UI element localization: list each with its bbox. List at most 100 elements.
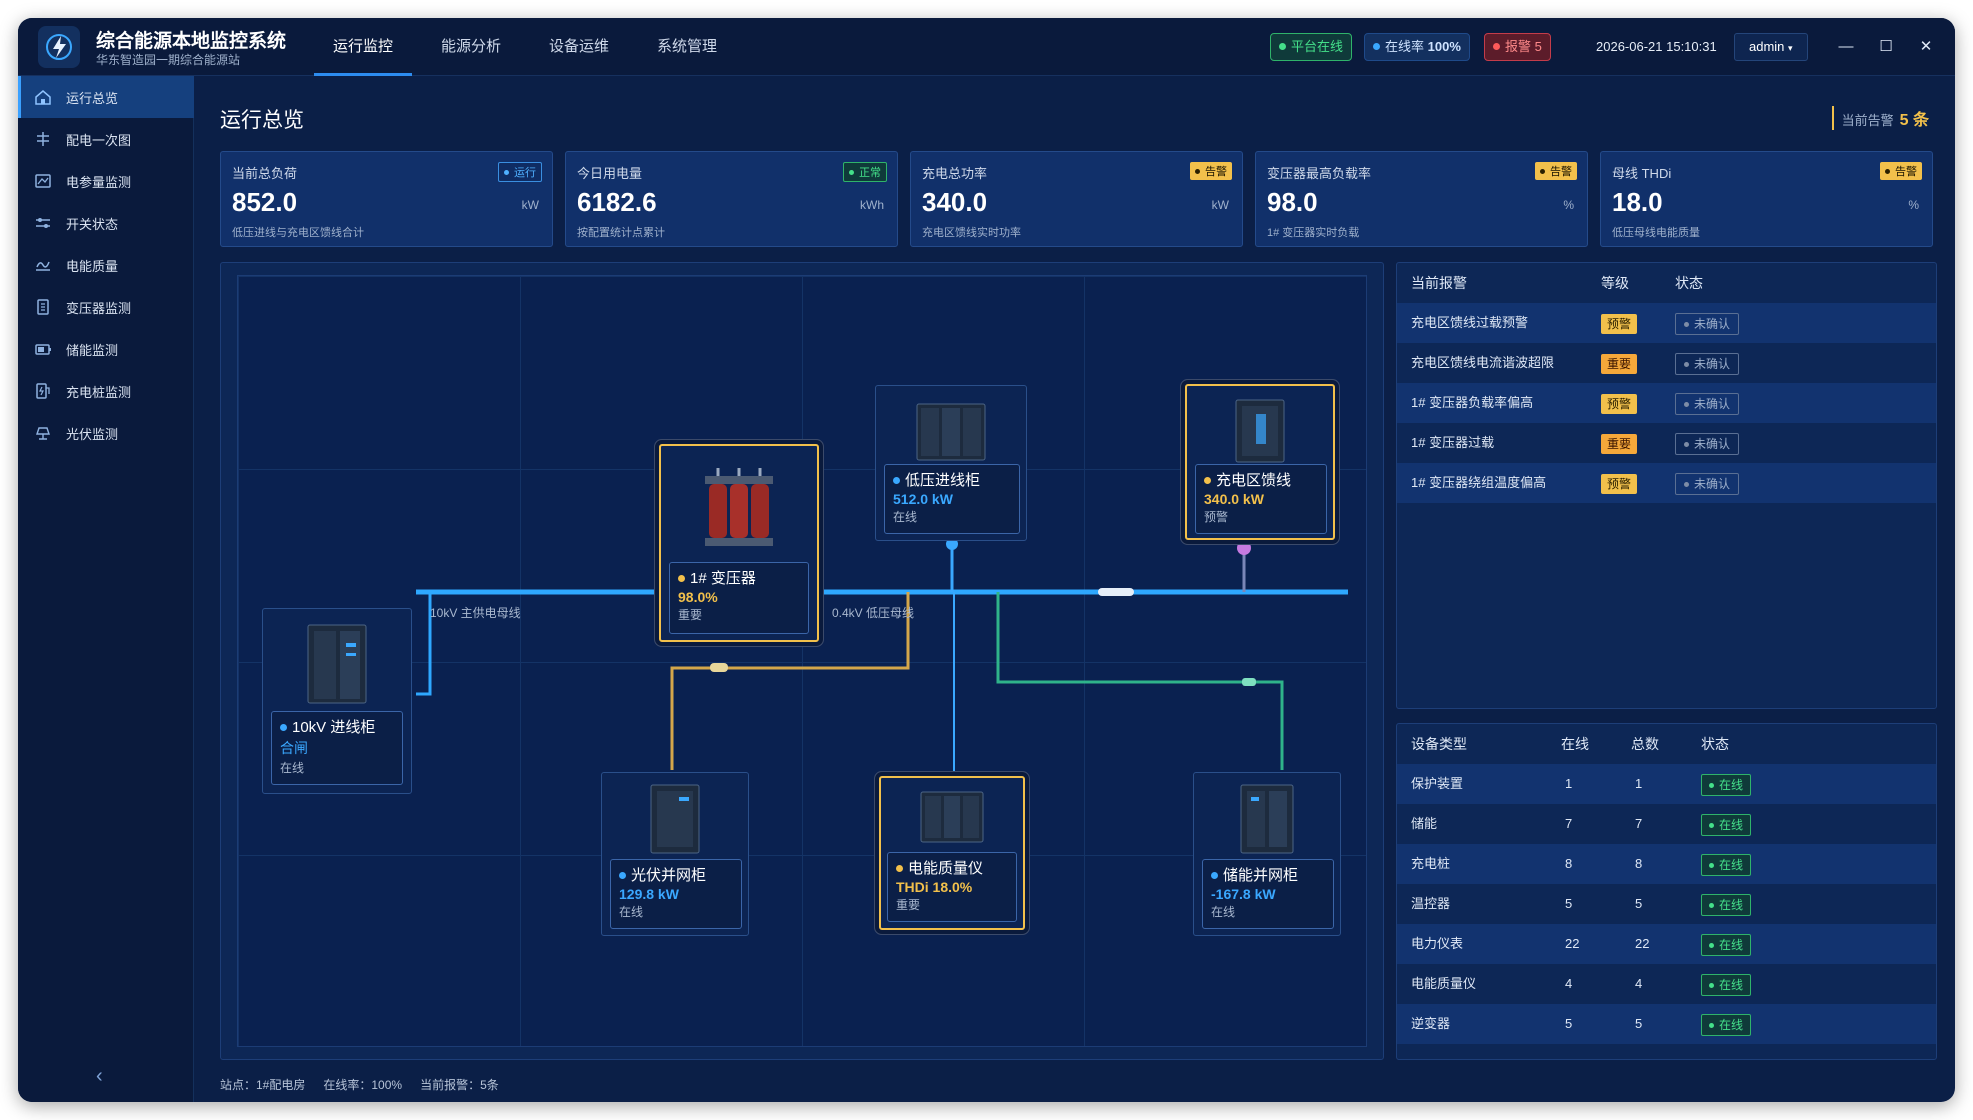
device-total: 4 — [1635, 976, 1643, 991]
kpi-card-transformer-load[interactable]: 变压器最高负载率 告警 98.0 % 1# 变压器实时负载 — [1255, 151, 1588, 247]
col-status: 状态 — [1701, 736, 1729, 752]
device-row[interactable]: 电力仪表 22 22 在线 — [1397, 924, 1936, 964]
app-window: 综合能源本地监控系统 华东智造园一期综合能源站 运行监控 能源分析 设备运维 系… — [18, 18, 1955, 1102]
kpi-card-charging-power[interactable]: 充电总功率 告警 340.0 kW 充电区馈线实时功率 — [910, 151, 1243, 247]
device-status: 在线 — [280, 761, 305, 775]
sidebar-item-electrical-params[interactable]: 电参量监测 — [18, 160, 194, 202]
cabinet-icon — [920, 791, 984, 843]
user-menu[interactable]: admin ▾ — [1734, 33, 1808, 61]
kpi-desc: 1# 变压器实时负载 — [1267, 227, 1360, 239]
alarm-count-badge[interactable]: 报警 5 — [1484, 33, 1551, 61]
tab-device-maintenance[interactable]: 设备运维 — [530, 18, 628, 76]
device-10kv-incoming[interactable]: 10kV 进线柜 合闸 在线 — [262, 608, 412, 794]
device-charge-feeder[interactable]: 充电区馈线 340.0 kW 预警 — [1185, 384, 1335, 540]
alarm-row[interactable]: 1# 变压器负载率偏高 预警 未确认 — [1397, 383, 1936, 423]
alarm-name: 充电区馈线电流谐波超限 — [1411, 355, 1555, 370]
caret-down-icon: ▾ — [1788, 43, 1793, 53]
device-label: 光伏并网柜 129.8 kW 在线 — [610, 859, 742, 929]
ack-status-button[interactable]: 未确认 — [1675, 392, 1740, 415]
ack-status-button[interactable]: 未确认 — [1675, 432, 1740, 455]
ack-status-button[interactable]: 未确认 — [1675, 472, 1740, 495]
collapse-sidebar-icon[interactable]: ‹ — [96, 1065, 103, 1088]
alarm-row[interactable]: 1# 变压器绕组温度偏高 预警 未确认 — [1397, 463, 1936, 503]
device-row[interactable]: 保护装置 1 1 在线 — [1397, 764, 1936, 804]
sidebar-item-transformer[interactable]: 变压器监测 — [18, 286, 194, 328]
alarm-level-badge: 预警 — [1601, 393, 1638, 414]
device-pv-grid[interactable]: 光伏并网柜 129.8 kW 在线 — [601, 772, 749, 936]
minimize-icon[interactable]: — — [1834, 35, 1858, 59]
sidebar-item-label: 光伏监测 — [66, 426, 119, 442]
cabinet-icon — [307, 624, 367, 704]
device-name: 充电区馈线 — [1216, 472, 1292, 489]
current-alarm-value: 5 条 — [1899, 112, 1929, 129]
home-icon — [35, 90, 51, 105]
ack-status-button[interactable]: 未确认 — [1675, 352, 1740, 375]
storage-branch — [996, 592, 1284, 770]
device-total: 22 — [1635, 936, 1650, 951]
storage-switch[interactable] — [1242, 678, 1256, 686]
device-label: 1# 变压器 98.0% 重要 — [669, 562, 809, 634]
device-lv-incoming[interactable]: 低压进线柜 512.0 kW 在线 — [875, 385, 1027, 541]
status-station: 站点：1#配电房 — [220, 1078, 306, 1092]
close-icon[interactable]: ✕ — [1914, 35, 1938, 59]
sidebar-item-overview[interactable]: 运行总览 — [18, 76, 194, 118]
kpi-card-daily-energy[interactable]: 今日用电量 正常 6182.6 kWh 按配置统计点累计 — [565, 151, 898, 247]
device-total: 7 — [1635, 816, 1643, 831]
solar-panel-icon — [36, 427, 50, 440]
transformer-icon — [705, 468, 773, 546]
quality-icon — [36, 261, 50, 271]
kpi-unit: kW — [1211, 198, 1229, 212]
tab-energy-analysis[interactable]: 能源分析 — [422, 18, 520, 76]
online-rate-value: 100% — [1427, 39, 1461, 54]
online-rate-badge: 在线率 100% — [1364, 33, 1470, 61]
alarm-row[interactable]: 充电区馈线过载预警 预警 未确认 — [1397, 303, 1936, 343]
tab-run-monitor[interactable]: 运行监控 — [314, 18, 413, 76]
online-badge: 在线 — [1701, 893, 1752, 916]
sidebar-item-power-quality[interactable]: 电能质量 — [18, 244, 194, 286]
sidebar-item-storage[interactable]: 储能监测 — [18, 328, 194, 370]
sidebar-item-single-line[interactable]: 配电一次图 — [18, 118, 194, 160]
kpi-unit: kW — [521, 198, 539, 212]
device-storage-grid[interactable]: 储能并网柜 -167.8 kW 在线 — [1193, 772, 1341, 936]
app-logo-icon — [38, 26, 80, 68]
device-power-quality-meter[interactable]: 电能质量仪 THDi 18.0% 重要 — [879, 776, 1025, 930]
device-total: 5 — [1635, 1016, 1643, 1031]
tab-system-management[interactable]: 系统管理 — [638, 18, 736, 76]
sidebar-item-switch-status[interactable]: 开关状态 — [18, 202, 194, 244]
kpi-label: 母线 THDi — [1612, 166, 1672, 181]
single-line-diagram-panel: 10kV 主供电母线 0.4kV 低压母线 10kV 进线柜 合闸 在线 1# … — [220, 262, 1384, 1060]
device-label: 低压进线柜 512.0 kW 在线 — [884, 464, 1020, 534]
device-row[interactable]: 逆变器 5 5 在线 — [1397, 1004, 1936, 1044]
device-row[interactable]: 温控器 5 5 在线 — [1397, 884, 1936, 924]
bus-coupler-switch[interactable] — [1098, 588, 1134, 596]
status-badge: 正常 — [843, 162, 887, 182]
device-label: 10kV 进线柜 合闸 在线 — [271, 711, 403, 785]
kpi-label: 当前总负荷 — [232, 166, 298, 181]
pv-switch[interactable] — [710, 663, 728, 672]
sidebar-item-pv[interactable]: 光伏监测 — [18, 412, 194, 454]
kpi-card-total-load[interactable]: 当前总负荷 运行 852.0 kW 低压进线与充电区馈线合计 — [220, 151, 553, 247]
kpi-card-bus-thdi[interactable]: 母线 THDi 告警 18.0 % 低压母线电能质量 — [1600, 151, 1933, 247]
device-value: -167.8 kW — [1211, 886, 1276, 902]
current-alarm-summary: 当前告警 5 条 — [1831, 106, 1929, 130]
device-row[interactable]: 电能质量仪 4 4 在线 — [1397, 964, 1936, 1004]
sidebar-item-label: 配电一次图 — [66, 132, 132, 148]
kpi-unit: % — [1908, 198, 1919, 212]
kpi-value: 6182.6 — [577, 187, 657, 217]
status-badge: 运行 — [498, 162, 542, 182]
online-badge: 在线 — [1701, 813, 1752, 836]
device-transformer-1[interactable]: 1# 变压器 98.0% 重要 — [659, 444, 819, 642]
device-row[interactable]: 充电桩 8 8 在线 — [1397, 844, 1936, 884]
device-online: 7 — [1565, 816, 1573, 831]
cabinet-icon — [916, 403, 986, 461]
maximize-icon[interactable]: ☐ — [1874, 35, 1898, 59]
alarm-level-badge: 重要 — [1601, 433, 1638, 454]
device-type: 电力仪表 — [1411, 936, 1464, 951]
ack-status-button[interactable]: 未确认 — [1675, 312, 1740, 335]
alarm-row[interactable]: 1# 变压器过载 重要 未确认 — [1397, 423, 1936, 463]
alarm-row[interactable]: 充电区馈线电流谐波超限 重要 未确认 — [1397, 343, 1936, 383]
device-row[interactable]: 储能 7 7 在线 — [1397, 804, 1936, 844]
device-value: 512.0 kW — [893, 491, 953, 507]
sidebar-item-charging[interactable]: 充电桩监测 — [18, 370, 194, 412]
online-badge: 在线 — [1701, 973, 1752, 996]
